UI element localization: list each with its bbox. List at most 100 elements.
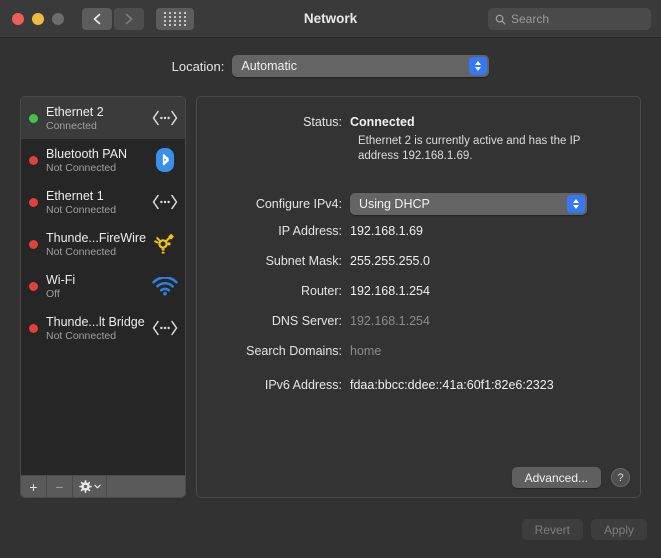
wifi-icon xyxy=(152,276,178,295)
network-services-sidebar: Ethernet 2 Connected Bluetooth PAN Not Conn… xyxy=(20,96,186,498)
service-name: Thunde...FireWire xyxy=(46,230,147,245)
subnet-mask-field: Subnet Mask: 255.255.255.0 xyxy=(197,254,430,268)
zoom-button xyxy=(52,12,64,25)
service-state: Not Connected xyxy=(46,203,117,216)
chevron-down-icon xyxy=(93,484,101,489)
service-type-icon xyxy=(151,105,179,131)
service-row[interactable]: Wi-Fi Off xyxy=(21,265,185,307)
ip-address-label: IP Address: xyxy=(278,224,342,238)
search-input[interactable]: Search xyxy=(488,8,651,30)
add-service-button[interactable]: + xyxy=(21,476,47,497)
search-domains-value: home xyxy=(350,344,382,358)
service-state: Not Connected xyxy=(46,245,117,258)
router-label: Router: xyxy=(301,284,342,298)
service-name: Ethernet 1 xyxy=(46,188,104,203)
service-row[interactable]: Bluetooth PAN Not Connected xyxy=(21,139,185,181)
ipv6-address-field: IPv6 Address: fdaa:bbcc:ddee::41a:60f1:8… xyxy=(197,378,554,392)
revert-button: Revert xyxy=(521,519,583,540)
status-field: Status: Connected xyxy=(197,115,415,129)
service-type-icon xyxy=(151,189,179,215)
service-status-dot xyxy=(29,197,38,207)
chevron-left-icon xyxy=(93,13,101,24)
firewire-icon xyxy=(154,234,174,254)
back-button[interactable] xyxy=(82,7,112,30)
show-all-preferences-button[interactable] xyxy=(156,7,194,30)
service-type-icon xyxy=(151,231,179,257)
service-state: Not Connected xyxy=(46,161,117,174)
chevron-updown-icon xyxy=(567,195,585,213)
service-row[interactable]: Ethernet 1 Not Connected xyxy=(21,181,185,223)
service-text: Thunde...lt Bridge Not Connected xyxy=(46,315,149,342)
ethernet-icon xyxy=(152,110,178,126)
advanced-button[interactable]: Advanced... xyxy=(511,467,601,488)
minimize-button[interactable] xyxy=(32,12,44,25)
configure-ipv4-selected-value: Using DHCP xyxy=(359,197,430,211)
service-state: Connected xyxy=(46,119,97,132)
service-text: Ethernet 1 Not Connected xyxy=(46,189,149,216)
location-row: Location: Automatic xyxy=(0,55,661,77)
window-titlebar: Network Search xyxy=(0,0,661,38)
bluetooth-icon xyxy=(156,148,174,172)
panel-button-row: Advanced... ? xyxy=(511,467,630,488)
router-value: 192.168.1.254 xyxy=(350,284,430,298)
service-status-dot xyxy=(29,239,38,249)
subnet-mask-label: Subnet Mask: xyxy=(265,254,342,268)
search-icon xyxy=(495,14,506,24)
service-name: Bluetooth PAN xyxy=(46,146,128,161)
ipv6-address-value: fdaa:bbcc:ddee::41a:60f1:82e6:2323 xyxy=(350,378,554,392)
plus-icon: + xyxy=(29,478,38,495)
sidebar-toolbar: + − xyxy=(21,475,185,497)
location-select[interactable]: Automatic xyxy=(232,55,490,77)
chevron-right-icon xyxy=(125,13,133,24)
location-label: Location: xyxy=(171,58,225,74)
status-label: Status: xyxy=(303,115,342,129)
router-field: Router: 192.168.1.254 xyxy=(197,284,430,298)
service-status-dot xyxy=(29,281,38,291)
ip-address-value: 192.168.1.69 xyxy=(350,224,423,238)
service-name: Ethernet 2 xyxy=(46,104,104,119)
ipv6-address-label: IPv6 Address: xyxy=(264,378,342,392)
close-button[interactable] xyxy=(12,12,24,25)
location-selected-value: Automatic xyxy=(241,59,297,73)
ip-address-field: IP Address: 192.168.1.69 xyxy=(197,224,423,238)
service-status-dot xyxy=(29,113,38,123)
service-type-icon xyxy=(151,147,179,173)
search-placeholder: Search xyxy=(511,12,550,26)
minus-icon: − xyxy=(55,478,64,495)
status-value: Connected xyxy=(350,115,415,129)
forward-button xyxy=(114,7,144,30)
service-name: Thunde...lt Bridge xyxy=(46,314,145,329)
ethernet-icon xyxy=(152,194,178,210)
dns-server-label: DNS Server: xyxy=(271,314,342,328)
configure-ipv4-select[interactable]: Using DHCP xyxy=(350,193,587,215)
configure-ipv4-field: Configure IPv4: Using DHCP xyxy=(197,193,587,215)
service-name: Wi-Fi xyxy=(46,272,76,287)
service-text: Wi-Fi Off xyxy=(46,273,149,300)
service-text: Bluetooth PAN Not Connected xyxy=(46,147,149,174)
chevron-updown-icon xyxy=(469,57,488,75)
search-domains-field: Search Domains: home xyxy=(197,344,381,358)
service-text: Ethernet 2 Connected xyxy=(46,105,149,132)
network-services-list[interactable]: Ethernet 2 Connected Bluetooth PAN Not Conn… xyxy=(21,97,185,475)
service-actions-button[interactable] xyxy=(73,476,107,497)
service-type-icon xyxy=(151,273,179,299)
help-button[interactable]: ? xyxy=(611,468,630,487)
subnet-mask-value: 255.255.255.0 xyxy=(350,254,430,268)
dns-server-field: DNS Server: 192.168.1.254 xyxy=(197,314,430,328)
sidebar-toolbar-filler xyxy=(107,476,185,497)
service-row[interactable]: Thunde...FireWire Not Connected xyxy=(21,223,185,265)
dns-server-value: 192.168.1.254 xyxy=(350,314,430,328)
service-row[interactable]: Ethernet 2 Connected xyxy=(21,97,185,139)
service-state: Off xyxy=(46,287,60,300)
ethernet-icon xyxy=(152,320,178,336)
service-row[interactable]: Thunde...lt Bridge Not Connected xyxy=(21,307,185,349)
service-status-dot xyxy=(29,155,38,165)
apply-button: Apply xyxy=(590,519,647,540)
search-domains-label: Search Domains: xyxy=(246,344,342,358)
service-status-dot xyxy=(29,323,38,333)
remove-service-button: − xyxy=(47,476,73,497)
service-text: Thunde...FireWire Not Connected xyxy=(46,231,149,258)
configure-ipv4-label: Configure IPv4: xyxy=(255,197,342,211)
navigation-buttons xyxy=(82,7,144,30)
service-type-icon xyxy=(151,315,179,341)
